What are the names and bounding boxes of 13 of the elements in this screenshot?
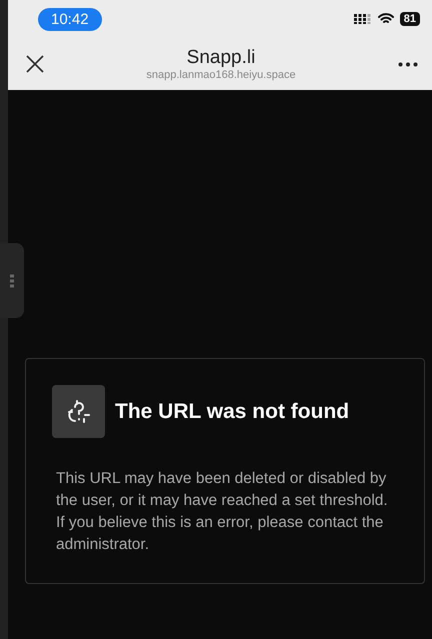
side-handle[interactable] <box>0 243 24 318</box>
more-icon[interactable] <box>398 62 418 66</box>
broken-link-icon <box>52 385 105 438</box>
battery-level: 81 <box>400 12 420 26</box>
error-message: This URL may have been deleted or disabled by the user, or it may have reached a set threshold. If you believe this is an error, please contact the administrator. <box>56 469 389 555</box>
status-time: 10:42 <box>38 8 102 30</box>
dots-icon <box>10 274 14 288</box>
error-title: The URL was not found <box>115 400 350 424</box>
close-icon[interactable] <box>26 55 44 73</box>
signal-icon <box>354 14 372 24</box>
page-url: snapp.lanmao168.heiyu.space <box>146 69 296 81</box>
wifi-icon <box>378 13 394 25</box>
page-title: Snapp.li <box>186 47 256 69</box>
